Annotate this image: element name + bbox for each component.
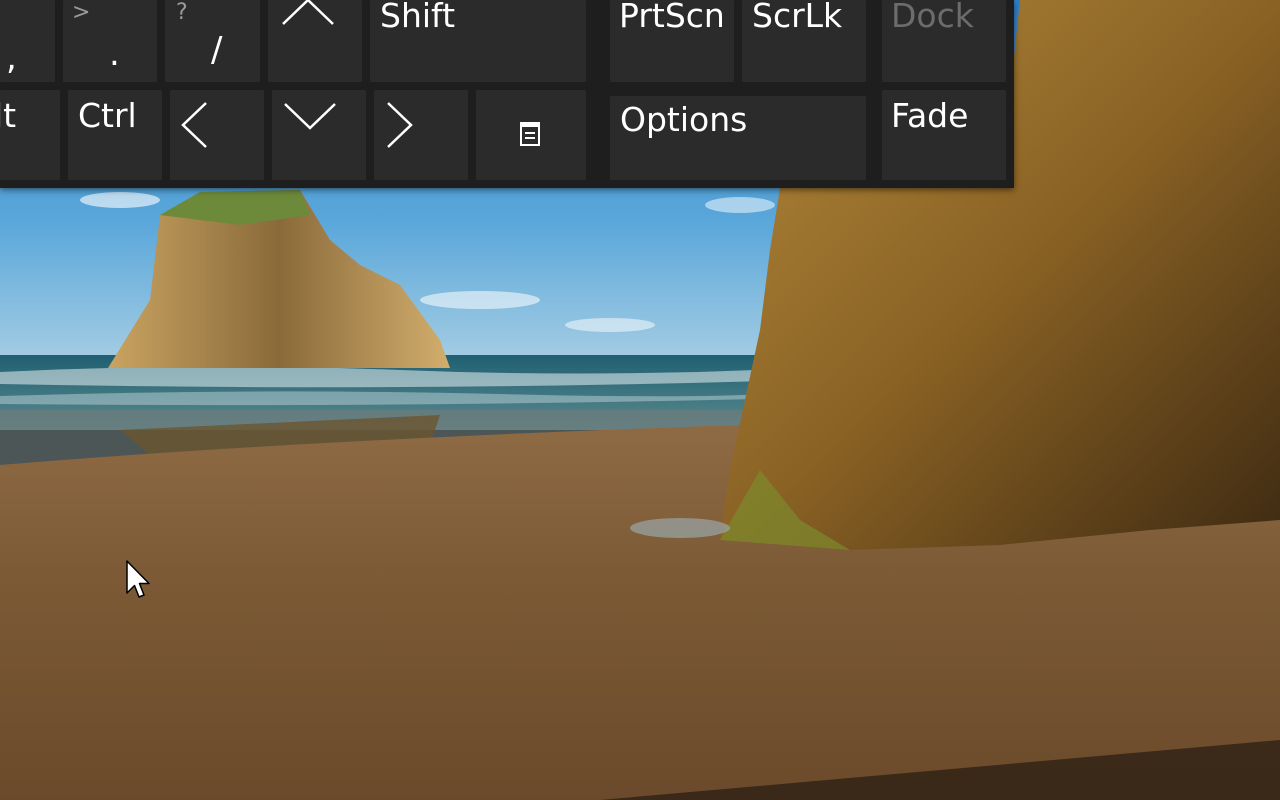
key-slash-shift-label: ? [176, 0, 188, 25]
key-period[interactable]: > . [63, 0, 157, 82]
key-slash[interactable]: ? / [165, 0, 260, 82]
key-comma[interactable]: , [0, 0, 55, 82]
key-shift-label: Shift [380, 0, 456, 35]
key-left-arrow[interactable] [170, 90, 264, 180]
key-ctrl[interactable]: Ctrl [68, 90, 162, 180]
key-options[interactable]: Options [610, 96, 866, 180]
key-scrlk[interactable]: ScrLk [742, 0, 866, 82]
key-ctrl-label: Ctrl [78, 96, 137, 135]
key-up-arrow[interactable] [268, 0, 362, 82]
key-options-label: Options [620, 100, 748, 139]
key-context-menu[interactable] [476, 90, 586, 180]
chevron-left-icon [181, 102, 207, 148]
key-period-label: . [109, 34, 120, 74]
key-period-shift-label: > [72, 0, 91, 25]
key-alt-label: lt [0, 96, 17, 135]
chevron-down-icon [284, 103, 336, 130]
key-slash-label: / [211, 30, 223, 70]
key-comma-label: , [6, 38, 17, 78]
arrow-pointer-icon [126, 560, 150, 598]
caret-up-icon [282, 0, 334, 25]
key-dock[interactable]: Dock [882, 0, 1006, 82]
key-dock-label: Dock [891, 0, 974, 35]
key-alt[interactable]: lt [0, 90, 60, 180]
key-fade[interactable]: Fade [882, 90, 1006, 180]
key-prtscn[interactable]: PrtScn [610, 0, 734, 82]
key-down-arrow[interactable] [272, 90, 366, 180]
context-menu-icon [520, 122, 540, 146]
key-scrlk-label: ScrLk [752, 0, 843, 35]
key-right-arrow[interactable] [374, 90, 468, 180]
key-prtscn-label: PrtScn [619, 0, 725, 35]
chevron-right-icon [387, 102, 413, 148]
key-fade-label: Fade [891, 96, 969, 135]
on-screen-keyboard: , > . ? / Shift PrtScn ScrLk Dock lt Ctr… [0, 0, 1014, 188]
key-shift[interactable]: Shift [370, 0, 586, 82]
